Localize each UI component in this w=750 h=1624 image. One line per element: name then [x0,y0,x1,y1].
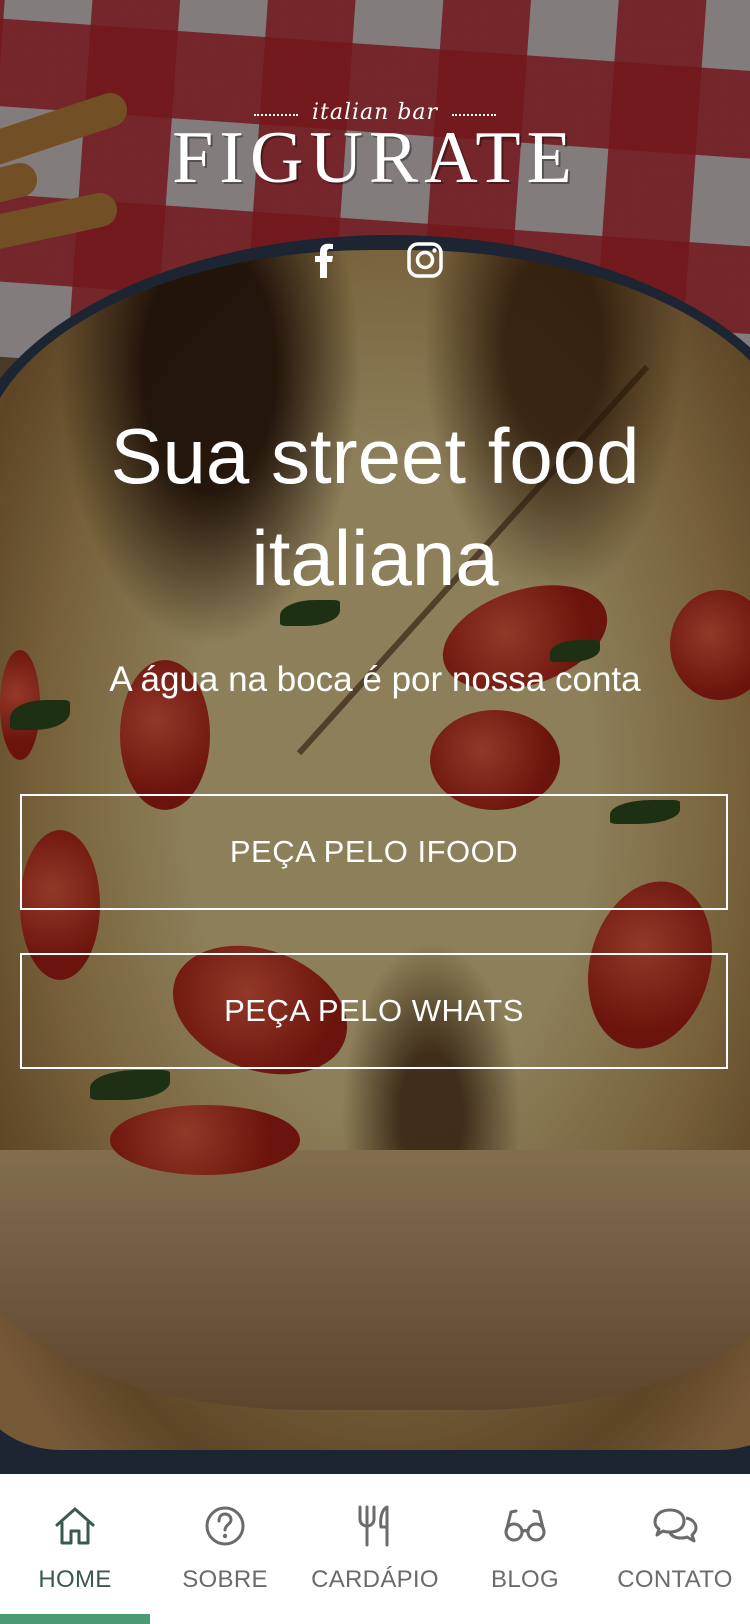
hero-tagline: A água na boca é por nossa conta [109,660,641,699]
question-icon [205,1506,245,1546]
nav-item-contato[interactable]: CONTATO [600,1474,750,1624]
nav-label-sobre: SOBRE [182,1566,268,1593]
logo-wordmark: FIGURATE [172,117,578,199]
order-ifood-button[interactable]: PEÇA PELO IFOOD [20,794,728,910]
facebook-link[interactable] [303,238,347,282]
hero-section [0,0,750,1474]
nav-label-blog: BLOG [491,1566,559,1593]
logo-subtitle: italian bar [253,100,497,125]
nav-label-contato: CONTATO [617,1566,733,1593]
brand-logo[interactable]: italian bar FIGURATE [0,100,750,199]
nav-item-home[interactable]: HOME [0,1474,150,1624]
nav-item-blog[interactable]: BLOG [450,1474,600,1624]
active-tab-indicator [0,1614,150,1624]
utensils-icon [358,1505,389,1547]
bottom-navigation: HOME SOBRE CARDÁPIO BLOG CONTATO [0,1474,750,1624]
nav-item-cardapio[interactable]: CARDÁPIO [300,1474,450,1624]
instagram-icon [407,242,443,278]
glasses-icon [504,1509,546,1542]
instagram-link[interactable] [403,238,447,282]
nav-label-home: HOME [38,1566,112,1593]
facebook-icon [315,243,333,278]
nav-label-cardapio: CARDÁPIO [311,1566,439,1593]
home-icon [55,1507,95,1545]
chat-icon [653,1508,698,1543]
hero-headline: Sua street food italiana [110,412,640,602]
order-whatsapp-button[interactable]: PEÇA PELO WHATS [20,953,728,1069]
social-links [0,238,750,282]
nav-item-sobre[interactable]: SOBRE [150,1474,300,1624]
dark-overlay [0,0,750,1474]
